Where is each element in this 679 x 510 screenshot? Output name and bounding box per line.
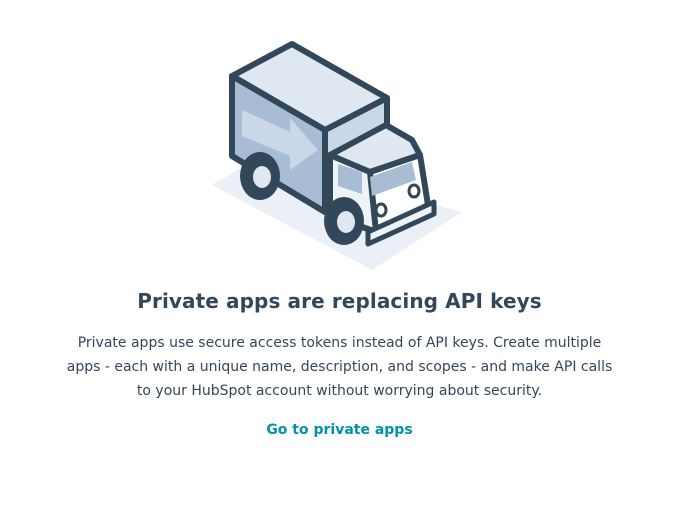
cta-label[interactable]: Go to private apps: [266, 422, 412, 438]
page-title: Private apps are replacing API keys: [137, 289, 542, 313]
description-text: Private apps use secure access tokens in…: [66, 335, 613, 399]
go-to-private-apps-link[interactable]: Go to private apps: [0, 420, 679, 440]
delivery-truck-icon: [212, 41, 462, 270]
empty-state: Private apps are replacing API keys Priv…: [0, 0, 679, 510]
